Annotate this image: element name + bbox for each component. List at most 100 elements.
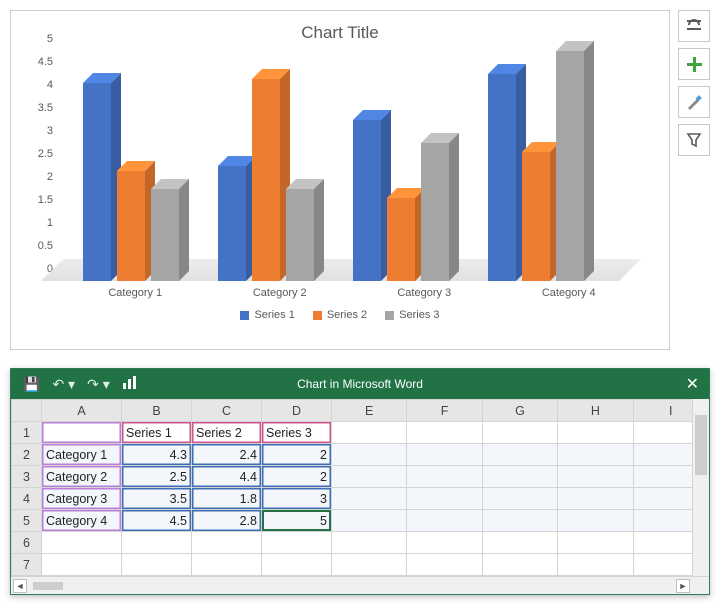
table-row[interactable]: 6 — [12, 532, 709, 554]
row-header[interactable]: 6 — [12, 532, 42, 554]
cell[interactable] — [332, 488, 407, 510]
cell[interactable]: 2.4 — [192, 444, 262, 466]
cell[interactable] — [558, 466, 633, 488]
col-header[interactable]: F — [407, 400, 482, 422]
scroll-left-icon[interactable]: ◄ — [13, 579, 27, 593]
bar-series3[interactable] — [556, 51, 584, 281]
table-row[interactable]: 7 — [12, 554, 709, 576]
column-header-row[interactable]: A B C D E F G H I — [12, 400, 709, 422]
row-header[interactable]: 7 — [12, 554, 42, 576]
cell[interactable] — [407, 554, 482, 576]
row-header[interactable]: 5 — [12, 510, 42, 532]
cell[interactable]: 2.8 — [192, 510, 262, 532]
redo-icon[interactable]: ↷ ▾ — [87, 376, 110, 393]
cell[interactable]: Series 1 — [122, 422, 192, 444]
spreadsheet-grid[interactable]: A B C D E F G H I 1 Series 1 Series 2 — [11, 399, 709, 576]
cell[interactable] — [42, 422, 122, 444]
table-row[interactable]: 2 Category 1 4.3 2.4 2 — [12, 444, 709, 466]
bar-series1[interactable] — [83, 83, 111, 281]
cell[interactable] — [332, 510, 407, 532]
cell[interactable]: Series 2 — [192, 422, 262, 444]
undo-icon[interactable]: ↶ ▾ — [52, 376, 75, 393]
cell[interactable] — [558, 554, 633, 576]
cell[interactable]: 5 — [262, 510, 332, 532]
bar-series2[interactable] — [252, 79, 280, 281]
cell[interactable]: Category 4 — [42, 510, 122, 532]
cell[interactable] — [407, 532, 482, 554]
row-header[interactable]: 2 — [12, 444, 42, 466]
legend-item-series3[interactable]: Series 3 — [385, 309, 439, 321]
bar-series2[interactable] — [117, 171, 145, 281]
bar-series3[interactable] — [421, 143, 449, 281]
table-row[interactable]: 3 Category 2 2.5 4.4 2 — [12, 466, 709, 488]
cell[interactable] — [558, 510, 633, 532]
excel-data-window[interactable]: 💾 ↶ ▾ ↷ ▾ Chart in Microsoft Word ✕ A B … — [10, 368, 710, 595]
cell[interactable] — [122, 532, 192, 554]
cell[interactable] — [558, 488, 633, 510]
row-header[interactable]: 1 — [12, 422, 42, 444]
vertical-scrollbar[interactable] — [692, 399, 709, 576]
cell[interactable] — [558, 422, 633, 444]
chart-filters-button[interactable] — [678, 124, 710, 156]
bar-series2[interactable] — [387, 198, 415, 281]
select-all-corner[interactable] — [12, 400, 42, 422]
cell[interactable] — [122, 554, 192, 576]
cell[interactable] — [482, 488, 557, 510]
cell[interactable] — [482, 466, 557, 488]
cell[interactable] — [482, 554, 557, 576]
cell[interactable] — [262, 532, 332, 554]
col-header[interactable]: A — [42, 400, 122, 422]
horizontal-scrollbar[interactable]: ◄ ► — [11, 576, 709, 594]
cell[interactable] — [192, 554, 262, 576]
cell[interactable] — [332, 444, 407, 466]
chart-title[interactable]: Chart Title — [29, 23, 651, 43]
close-icon[interactable]: ✕ — [686, 374, 699, 394]
cell[interactable]: Series 3 — [262, 422, 332, 444]
row-header[interactable]: 4 — [12, 488, 42, 510]
save-icon[interactable]: 💾 — [23, 376, 40, 393]
cell[interactable] — [482, 510, 557, 532]
cell[interactable] — [482, 532, 557, 554]
cell[interactable] — [332, 554, 407, 576]
cell[interactable]: 4.5 — [122, 510, 192, 532]
scroll-thumb[interactable] — [695, 415, 707, 475]
layout-options-button[interactable] — [678, 10, 710, 42]
bar-series1[interactable] — [353, 120, 381, 281]
cell[interactable]: Category 2 — [42, 466, 122, 488]
bar-series2[interactable] — [522, 152, 550, 281]
cell[interactable] — [332, 466, 407, 488]
row-header[interactable]: 3 — [12, 466, 42, 488]
cell[interactable] — [407, 488, 482, 510]
cell[interactable] — [407, 466, 482, 488]
table-row[interactable]: 1 Series 1 Series 2 Series 3 — [12, 422, 709, 444]
cell[interactable]: 3 — [262, 488, 332, 510]
cell[interactable] — [482, 422, 557, 444]
cell[interactable] — [482, 444, 557, 466]
chart-styles-button[interactable] — [678, 86, 710, 118]
cell[interactable] — [407, 444, 482, 466]
bar-series1[interactable] — [218, 166, 246, 281]
bar-series3[interactable] — [151, 189, 179, 281]
cell[interactable] — [332, 422, 407, 444]
cell[interactable]: 2 — [262, 466, 332, 488]
bar-series1[interactable] — [488, 74, 516, 281]
col-header[interactable]: H — [558, 400, 633, 422]
cell[interactable]: Category 3 — [42, 488, 122, 510]
cell[interactable] — [558, 444, 633, 466]
cell[interactable] — [42, 532, 122, 554]
col-header[interactable]: E — [332, 400, 407, 422]
cell[interactable] — [192, 532, 262, 554]
cell[interactable]: 4.4 — [192, 466, 262, 488]
table-row[interactable]: 4 Category 3 3.5 1.8 3 — [12, 488, 709, 510]
cell[interactable] — [407, 510, 482, 532]
cell[interactable]: 4.3 — [122, 444, 192, 466]
cell[interactable]: 3.5 — [122, 488, 192, 510]
bar-series3[interactable] — [286, 189, 314, 281]
col-header[interactable]: C — [192, 400, 262, 422]
chart-legend[interactable]: Series 1 Series 2 Series 3 — [29, 309, 651, 321]
col-header[interactable]: B — [122, 400, 192, 422]
excel-titlebar[interactable]: 💾 ↶ ▾ ↷ ▾ Chart in Microsoft Word ✕ — [11, 369, 709, 399]
col-header[interactable]: D — [262, 400, 332, 422]
cell[interactable]: 1.8 — [192, 488, 262, 510]
table-row[interactable]: 5 Category 4 4.5 2.8 5 — [12, 510, 709, 532]
